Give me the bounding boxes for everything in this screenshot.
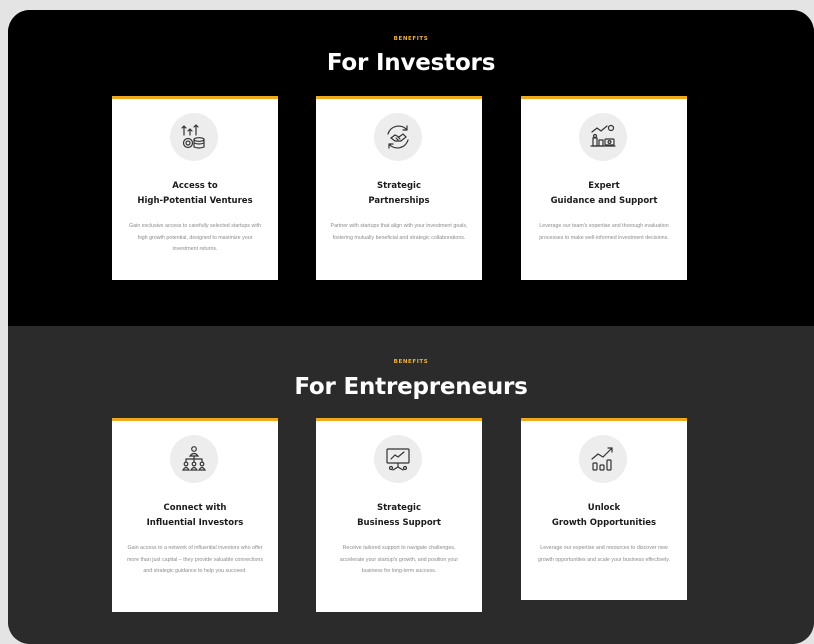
card-title: Expert Guidance and Support [550, 181, 658, 206]
entrepreneurs-section: BENEFITS For Entrepreneurs Connect with … [8, 326, 814, 644]
benefit-card-partnerships: Strategic Partnerships Partner with star… [316, 96, 482, 280]
presentation-board-icon [374, 435, 422, 483]
section-eyebrow: BENEFITS [393, 36, 429, 42]
card-description: Partner with startups that align with yo… [330, 223, 468, 241]
benefits-page: BENEFITS For Investors Access to High-Po… [8, 10, 814, 644]
benefit-card-growth-opportunities: Unlock Growth Opportunities Leverage our… [521, 418, 687, 600]
investors-section: BENEFITS For Investors Access to High-Po… [8, 10, 814, 326]
section-eyebrow: BENEFITS [393, 359, 429, 365]
card-description: Gain access to a network of influential … [126, 545, 264, 574]
card-title: Strategic Business Support [357, 503, 441, 528]
card-description: Gain exclusive access to carefully selec… [129, 223, 261, 252]
growth-chart-icon [579, 435, 627, 483]
section-title: For Investors [326, 50, 496, 76]
card-description: Leverage our expertise and resources to … [537, 545, 670, 563]
money-analytics-icon [579, 113, 627, 161]
card-title: Access to High-Potential Ventures [137, 181, 253, 206]
network-people-icon [170, 435, 218, 483]
benefit-card-influential-investors: Connect with Influential Investors Gain … [112, 418, 278, 612]
growth-coins-icon [170, 113, 218, 161]
benefit-card-high-potential: Access to High-Potential Ventures Gain e… [112, 96, 278, 280]
benefit-card-expert-guidance: Expert Guidance and Support Leverage our… [521, 96, 687, 280]
card-title: Unlock Growth Opportunities [551, 503, 657, 528]
section-title: For Entrepreneurs [294, 374, 528, 400]
card-title: Connect with Influential Investors [146, 503, 244, 528]
card-description: Leverage our team's expertise and thorou… [539, 223, 669, 241]
card-description: Receive tailored support to navigate cha… [339, 545, 459, 574]
handshake-cycle-icon [374, 113, 422, 161]
benefit-card-business-support: Strategic Business Support Receive tailo… [316, 418, 482, 612]
card-title: Strategic Partnerships [368, 181, 430, 206]
